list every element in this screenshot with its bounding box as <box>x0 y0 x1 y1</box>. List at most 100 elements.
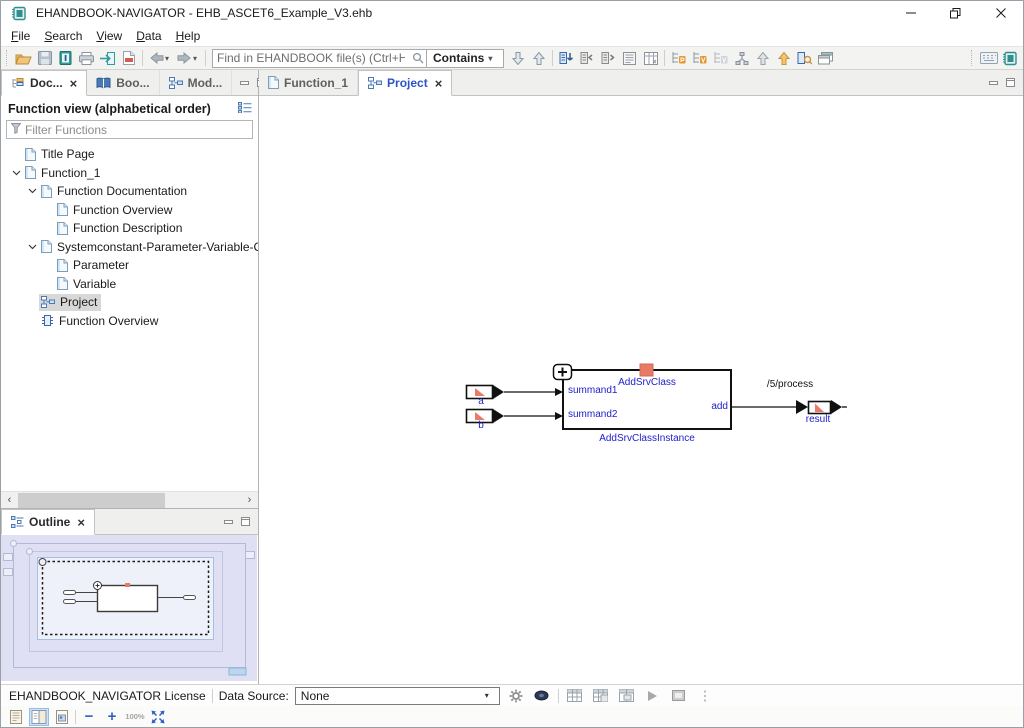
show-table-icon[interactable] <box>640 48 661 69</box>
tab-documentation[interactable]: Doc... × <box>1 70 87 96</box>
filter-functions-input[interactable] <box>25 123 248 137</box>
contains-dropdown[interactable]: Contains ▾ <box>427 49 504 68</box>
chevron-down-icon[interactable] <box>25 244 39 250</box>
chevron-down-icon[interactable] <box>25 188 39 194</box>
menu-help[interactable]: Help <box>169 27 208 45</box>
export-icon[interactable] <box>97 48 118 69</box>
zoom-out-icon[interactable]: − <box>79 708 99 726</box>
measurement-window-icon[interactable] <box>591 686 611 706</box>
minimize-panel-icon[interactable] <box>240 76 249 90</box>
more-handle-icon[interactable] <box>695 686 715 706</box>
source-b-label: b <box>478 420 484 431</box>
show-hierarchy-icon[interactable] <box>556 48 577 69</box>
data-source-dropdown[interactable]: None ▾ <box>295 687 500 705</box>
settings-gear-icon[interactable] <box>506 686 526 706</box>
zoom-in-icon[interactable]: + <box>102 708 122 726</box>
close-window-button[interactable] <box>978 1 1023 25</box>
previous-view-icon[interactable] <box>577 48 598 69</box>
close-tab-icon[interactable]: × <box>435 77 443 90</box>
search-parameter-icon[interactable] <box>668 48 689 69</box>
tree-item-function-overview-model[interactable]: Function Overview <box>1 312 258 331</box>
restore-window-button[interactable] <box>933 1 978 25</box>
close-tab-icon[interactable]: × <box>70 77 78 90</box>
minimize-window-button[interactable] <box>888 1 933 25</box>
scrollbar-thumb[interactable] <box>18 493 165 508</box>
scroll-right-icon[interactable]: › <box>241 492 258 509</box>
fit-to-screen-icon[interactable] <box>148 708 168 726</box>
pdf-export-icon[interactable] <box>118 48 139 69</box>
contains-label: Contains <box>433 51 484 65</box>
tab-models[interactable]: Mod... <box>160 70 233 95</box>
tab-function-1[interactable]: Function_1 <box>259 70 358 95</box>
filter-icon <box>11 123 21 137</box>
open-file-icon[interactable] <box>13 48 34 69</box>
search-variable-icon[interactable] <box>689 48 710 69</box>
two-page-view-icon[interactable] <box>29 708 49 726</box>
menu-data[interactable]: Data <box>129 27 168 45</box>
toolbar-drag-handle[interactable] <box>6 50 11 66</box>
ehandbook-logo-icon[interactable] <box>999 48 1020 69</box>
source-a-connector[interactable] <box>467 385 505 399</box>
tree-item-function-documentation[interactable]: Function Documentation <box>1 182 258 201</box>
start-visualization-icon[interactable] <box>643 686 663 706</box>
contains-caret-icon: ▾ <box>488 54 497 63</box>
single-page-view-icon[interactable] <box>6 708 26 726</box>
navigate-up-icon[interactable] <box>752 48 773 69</box>
open-in-window-icon[interactable] <box>815 48 836 69</box>
tab-label: Project <box>387 76 428 90</box>
close-tab-icon[interactable]: × <box>77 516 85 529</box>
menu-file[interactable]: File <box>4 27 37 45</box>
outline-icon <box>11 516 24 528</box>
tree-horizontal-scrollbar[interactable]: ‹ › <box>1 491 258 508</box>
find-next-icon[interactable] <box>507 48 528 69</box>
tree-item-function-1[interactable]: Function_1 <box>1 164 258 183</box>
next-view-icon[interactable] <box>598 48 619 69</box>
keyboard-shortcuts-icon[interactable] <box>978 48 999 69</box>
tree-item-project[interactable]: Project <box>1 293 258 312</box>
forward-icon[interactable] <box>174 48 195 69</box>
maximize-panel-icon[interactable] <box>1006 76 1015 90</box>
tab-bookmarks[interactable]: Boo... <box>87 70 159 95</box>
data-lens-icon[interactable] <box>532 686 552 706</box>
back-history-icon[interactable]: ▾ <box>165 54 174 63</box>
source-b-connector[interactable] <box>467 409 505 423</box>
search-model-icon[interactable] <box>794 48 815 69</box>
maximize-panel-icon[interactable] <box>241 515 250 529</box>
sink-result-connector[interactable] <box>796 400 847 414</box>
chevron-down-icon[interactable] <box>9 170 23 176</box>
tree-item-function-description[interactable]: Function Description <box>1 219 258 238</box>
project-diagram-canvas[interactable]: AddSrvClass summand1 summand2 add a b /5… <box>259 96 1023 684</box>
tab-project[interactable]: Project × <box>358 70 452 96</box>
tree-item-function-overview[interactable]: Function Overview <box>1 201 258 220</box>
minimize-panel-icon[interactable] <box>224 515 233 529</box>
scroll-left-icon[interactable]: ‹ <box>1 492 18 509</box>
tree-item-variable[interactable]: Variable <box>1 275 258 294</box>
go-to-top-icon[interactable] <box>773 48 794 69</box>
tab-outline[interactable]: Outline × <box>1 509 95 535</box>
thumbnail-view-icon[interactable] <box>52 708 72 726</box>
menu-search[interactable]: Search <box>37 27 89 45</box>
tree-item-title-page[interactable]: Title Page <box>1 145 258 164</box>
view-menu-icon[interactable] <box>238 102 252 116</box>
tree-item-systemconstant[interactable]: Systemconstant-Parameter-Variable-Cl <box>1 238 258 257</box>
print-icon[interactable] <box>76 48 97 69</box>
ehandbook-info-icon[interactable] <box>55 48 76 69</box>
tree-item-parameter[interactable]: Parameter <box>1 256 258 275</box>
menu-view[interactable]: View <box>89 27 129 45</box>
minimize-panel-icon[interactable] <box>989 76 998 90</box>
save-icon[interactable] <box>34 48 55 69</box>
stop-visualization-icon[interactable] <box>669 686 689 706</box>
calibration-window-icon[interactable] <box>565 686 585 706</box>
show-document-icon[interactable] <box>619 48 640 69</box>
show-dependencies-icon[interactable] <box>731 48 752 69</box>
find-input[interactable] <box>213 50 409 66</box>
find-previous-icon[interactable] <box>528 48 549 69</box>
outline-minimap[interactable] <box>1 535 258 684</box>
experiment-window-icon[interactable] <box>617 686 637 706</box>
breakpoint-marker[interactable] <box>640 364 653 376</box>
back-icon[interactable] <box>146 48 167 69</box>
forward-history-icon[interactable]: ▾ <box>193 54 202 63</box>
zoom-100-icon[interactable]: 100% <box>125 708 145 726</box>
search-icon[interactable] <box>409 48 426 69</box>
search-function-icon[interactable] <box>710 48 731 69</box>
